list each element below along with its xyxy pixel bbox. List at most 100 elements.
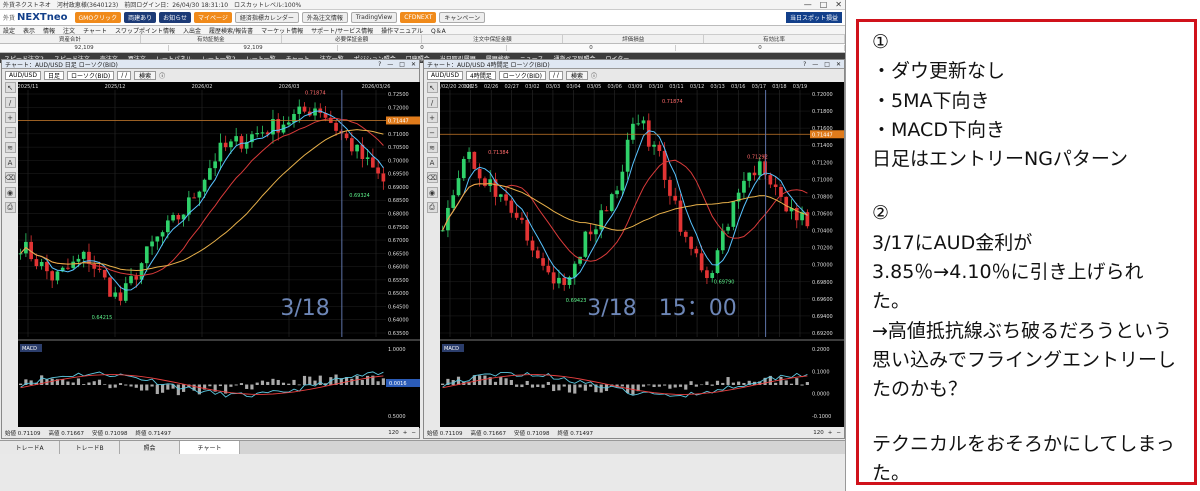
zoom-plus-icon[interactable]: + (403, 430, 408, 436)
help-icon[interactable]: ? (378, 61, 381, 68)
candle-body (234, 136, 239, 142)
period-select[interactable]: 日足 (43, 70, 64, 80)
search-button[interactable]: 検索 (565, 70, 588, 80)
zoom-in-icon[interactable]: + (426, 112, 438, 123)
eye-icon[interactable]: ◉ (4, 187, 16, 198)
text-icon[interactable]: A (4, 157, 16, 168)
period-select[interactable]: 4時間足 (465, 70, 496, 80)
menu-item-10[interactable]: 操作マニュアル (381, 26, 423, 35)
candle-body (239, 136, 244, 149)
macd-histogram-bar (552, 384, 556, 392)
x-tick-label: 03/09 (628, 84, 642, 90)
x-tick-label: 03/10 (649, 84, 663, 90)
print-icon[interactable]: ⎙ (4, 202, 16, 213)
zoom-select[interactable]: 120 (388, 430, 399, 436)
cfdnext-button[interactable]: CFDNEXT (400, 12, 437, 23)
last-login: 前回ログイン日：26/04/30 18:31:10 (124, 2, 229, 9)
news-button[interactable]: お知らせ (159, 12, 191, 23)
campaign-button[interactable]: キャンペーン (439, 12, 486, 23)
chart-type-select[interactable]: ローソク(BID) (498, 70, 546, 80)
balance-label-4: 評価損益 (563, 35, 705, 43)
minimize-icon[interactable]: — (812, 61, 818, 68)
y-tick-label: 0.71000 (812, 177, 833, 183)
zoom-out-icon[interactable]: − (4, 127, 16, 138)
candle-body (208, 168, 212, 180)
erase-icon[interactable]: ⌫ (4, 172, 16, 183)
info-icon[interactable]: ⓘ (159, 71, 165, 80)
macd-histogram-bar (376, 381, 380, 385)
pair-select[interactable]: AUD/USD (427, 70, 463, 80)
hedge-button[interactable]: 両建あり (124, 12, 157, 23)
pair-select[interactable]: AUD/USD (5, 70, 41, 80)
order-info-button[interactable]: 外為注文情報 (301, 12, 348, 23)
spot-pl-button[interactable]: 当日スポット損益 (785, 12, 842, 23)
cursor-icon[interactable]: ↖ (426, 82, 438, 93)
print-icon[interactable]: ⎙ (426, 202, 438, 213)
menu-item-2[interactable]: 情報 (43, 26, 55, 35)
maximize-icon[interactable]: □ (399, 61, 405, 68)
menu-item-7[interactable]: 履歴検索/報告書 (209, 26, 253, 35)
maximize-icon[interactable]: □ (824, 61, 830, 68)
right-chart-canvas[interactable]: 2026/02/20 20:0002/2502/2602/2703/0203/0… (440, 82, 844, 428)
macd-histogram-bar (71, 382, 75, 385)
tradingview-button[interactable]: TradingView (350, 12, 398, 23)
candle-body (694, 248, 699, 254)
menu-item-6[interactable]: 入出金 (183, 26, 201, 35)
cursor-icon[interactable]: ↖ (4, 82, 16, 93)
search-button[interactable]: 検索 (134, 70, 157, 80)
left-chart-canvas[interactable]: 2025/11 2025/12 2026/02 2026/03 2026/03/26 0.… (18, 82, 420, 428)
candle-body (588, 231, 593, 235)
zoom-select[interactable]: 120 (813, 430, 824, 436)
zoom-in-icon[interactable]: + (4, 112, 16, 123)
menu-item-8[interactable]: マーケット情報 (261, 26, 303, 35)
text-icon[interactable]: A (426, 157, 438, 168)
close-icon[interactable]: ✕ (411, 61, 416, 68)
menu-item-5[interactable]: スワップポイント情報 (115, 26, 175, 35)
date-field[interactable]: / / (549, 70, 563, 80)
macd-histogram-bar (218, 384, 222, 387)
menu-item-0[interactable]: 設定 (3, 26, 15, 35)
minimize-icon[interactable]: — (804, 0, 812, 9)
menu-item-11[interactable]: Q＆A (431, 26, 446, 35)
indicator-icon[interactable]: ≋ (4, 142, 16, 153)
info-icon[interactable]: ⓘ (591, 71, 597, 80)
balance-value-0: 92,109 (0, 45, 169, 51)
minimize-icon[interactable]: — (387, 61, 393, 68)
indicator-icon[interactable]: ≋ (426, 142, 438, 153)
chart-type-select[interactable]: ローソク(BID) (66, 70, 115, 80)
gmo-click-button[interactable]: GMOクリック (74, 12, 122, 23)
macd-histogram-bar (350, 378, 354, 385)
candle-body (34, 259, 39, 267)
tab-chart[interactable]: チャート (180, 441, 240, 454)
date-field[interactable]: / / (117, 70, 132, 80)
candle-body (440, 230, 445, 232)
candle-body (535, 250, 540, 259)
trendline-icon[interactable]: / (426, 97, 438, 108)
balance-value-4: 0 (676, 45, 845, 51)
mypage-button[interactable]: マイページ (194, 12, 232, 23)
macd-histogram-bar (239, 383, 244, 385)
macd-histogram-bar (541, 384, 545, 388)
date-overlay: 3/18 (280, 296, 329, 321)
help-icon[interactable]: ? (803, 61, 806, 68)
tab-trade-b[interactable]: トレードB (60, 441, 120, 454)
close-icon[interactable]: ✕ (835, 0, 842, 9)
menu-item-3[interactable]: 注文 (63, 26, 75, 35)
tab-inquiry[interactable]: 照会 (120, 441, 180, 454)
menu-item-4[interactable]: チャート (83, 26, 107, 35)
close-icon[interactable]: ✕ (836, 61, 841, 68)
calendar-button[interactable]: 経済指標カレンダー (234, 12, 299, 23)
zoom-plus-icon[interactable]: + (828, 430, 833, 436)
zoom-minus-icon[interactable]: − (411, 430, 416, 436)
menu-item-1[interactable]: 表示 (23, 26, 35, 35)
zoom-out-icon[interactable]: − (426, 127, 438, 138)
zoom-minus-icon[interactable]: − (836, 430, 841, 436)
eye-icon[interactable]: ◉ (426, 187, 438, 198)
erase-icon[interactable]: ⌫ (426, 172, 438, 183)
maximize-icon[interactable]: □ (820, 0, 828, 9)
balance-label-5: 有効比率 (704, 35, 845, 43)
tab-trade-a[interactable]: トレードA (0, 441, 60, 454)
trendline-icon[interactable]: / (4, 97, 16, 108)
menu-item-9[interactable]: サポート/サービス情報 (311, 26, 373, 35)
macd-histogram-bar (441, 383, 445, 385)
